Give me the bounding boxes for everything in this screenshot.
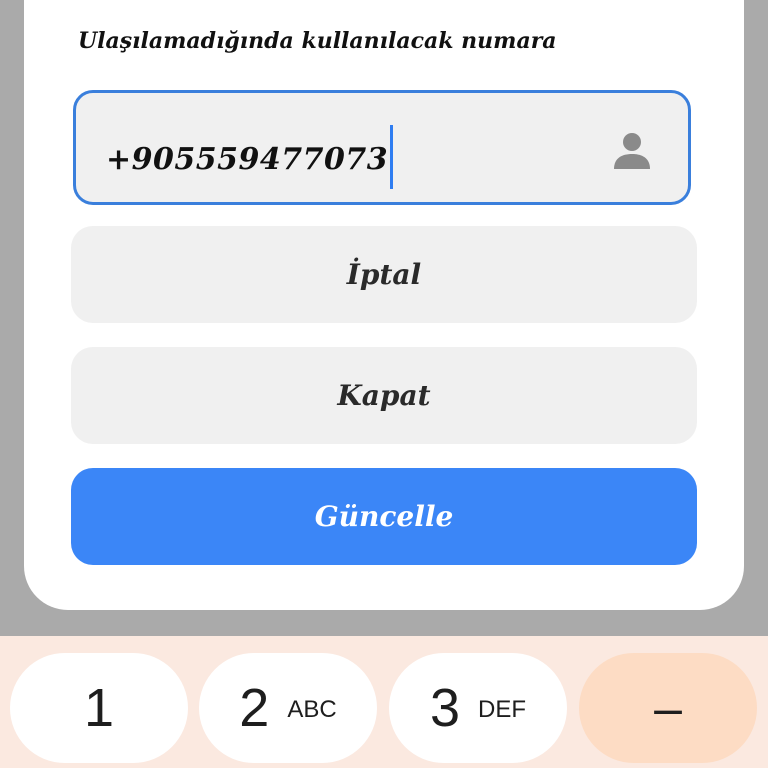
key-letters: DEF: [478, 696, 527, 723]
phone-input-value-wrap: +905559477073: [106, 125, 394, 189]
numeric-keyboard: 1 2 ABC 3 DEF –: [0, 636, 768, 768]
key-minus[interactable]: –: [579, 653, 757, 763]
backup-phone-input[interactable]: +905559477073: [73, 90, 691, 205]
key-1[interactable]: 1: [10, 653, 188, 763]
cancel-button[interactable]: İptal: [71, 226, 697, 323]
key-digit: 3: [429, 678, 461, 738]
backup-number-label: Ulaşılamadığında kullanılacak numara: [78, 28, 557, 54]
person-icon[interactable]: [612, 131, 652, 171]
update-button[interactable]: Güncelle: [71, 468, 697, 565]
screen: Ulaşılamadığında kullanılacak numara +90…: [0, 0, 768, 768]
key-digit: 2: [239, 678, 270, 738]
close-button[interactable]: Kapat: [71, 347, 697, 444]
key-2[interactable]: 2 ABC: [199, 653, 377, 763]
key-digit: 1: [83, 678, 115, 738]
phone-input-value: +905559477073: [106, 141, 389, 177]
text-caret: [390, 125, 394, 189]
key-letters: ABC: [287, 696, 337, 723]
key-digit: –: [654, 680, 682, 736]
key-3[interactable]: 3 DEF: [389, 653, 567, 763]
